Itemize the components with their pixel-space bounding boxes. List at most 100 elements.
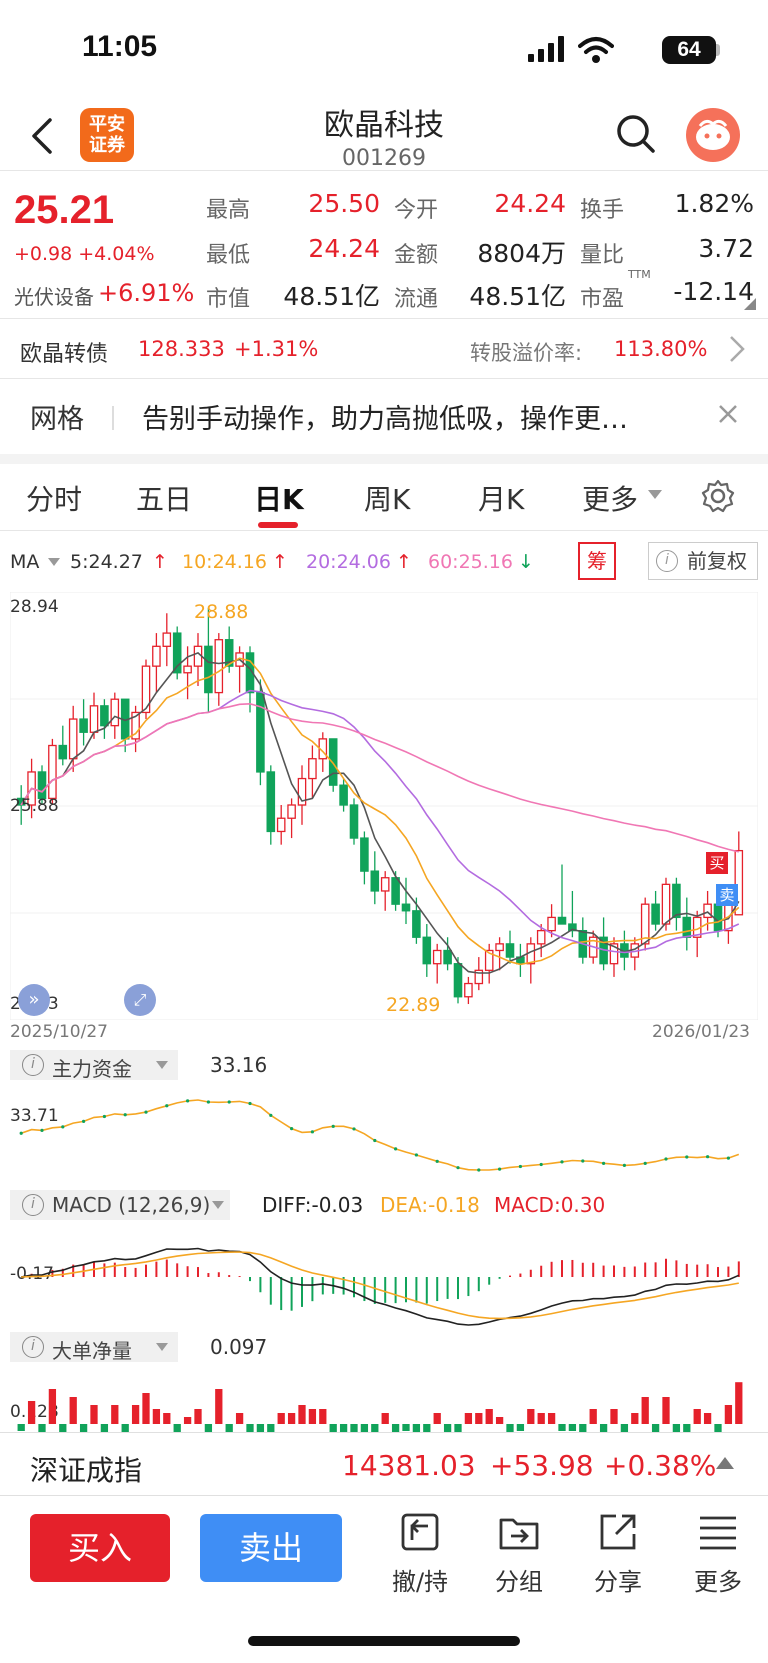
macd-value: MACD:0.30 <box>494 1193 606 1217</box>
up-arrow-icon: ↑ <box>396 551 412 573</box>
capital-line <box>20 1099 740 1171</box>
capital-dot <box>165 1104 169 1108</box>
sell-button[interactable]: 卖出 <box>200 1514 342 1582</box>
bigorder-bar <box>152 1409 161 1424</box>
macd-title[interactable]: MACD (12,26,9) <box>52 1193 210 1217</box>
bigorder-bar <box>402 1424 410 1431</box>
tab-monthly-k[interactable]: 月K <box>478 478 524 518</box>
capital-title[interactable]: 主力资金 <box>52 1053 132 1082</box>
share-icon[interactable] <box>596 1510 640 1554</box>
ma5-value: 5:24.27 <box>70 551 143 573</box>
capital-dot <box>622 1163 627 1167</box>
candle-body <box>79 718 88 733</box>
candle-body <box>672 883 681 919</box>
bigorder-title[interactable]: 大单净量 <box>52 1335 132 1364</box>
bigorder-bar <box>163 1413 171 1424</box>
menu-icon[interactable] <box>696 1510 740 1554</box>
quote-label: 流通 <box>394 287 439 312</box>
sector-change[interactable]: +6.91% <box>98 279 194 307</box>
kline-chart[interactable] <box>10 592 758 1020</box>
bigorder-bar <box>111 1405 119 1424</box>
notice-text[interactable]: 告别手动操作，助力高抛低吸，操作更… <box>142 397 682 436</box>
index-value: 14381.03 <box>342 1449 476 1482</box>
capital-dot <box>643 1161 647 1165</box>
assistant-avatar-icon[interactable] <box>686 108 740 162</box>
candle-body <box>89 705 99 733</box>
bigorder-bar <box>371 1424 379 1432</box>
bigorder-bar <box>267 1424 275 1432</box>
capital-dot <box>310 1130 314 1134</box>
ma-dropdown-icon[interactable] <box>48 558 60 567</box>
tab-weekly-k[interactable]: 周K <box>364 478 410 518</box>
tab-five-day[interactable]: 五日 <box>136 478 192 518</box>
stock-name: 欧晶科技 <box>324 108 444 143</box>
bigorder-bar <box>100 1424 109 1432</box>
bigorder-bar <box>360 1424 369 1432</box>
date-end: 2026/01/23 <box>652 1022 750 1042</box>
bigorder-bar <box>672 1424 681 1432</box>
dropdown-caret-icon[interactable] <box>212 1201 224 1210</box>
bigorder-value: 0.097 <box>210 1335 268 1359</box>
bigorder-bar <box>277 1413 285 1424</box>
dropdown-caret-icon[interactable] <box>156 1343 168 1352</box>
buy-button[interactable]: 买入 <box>30 1514 170 1582</box>
capital-dot <box>290 1127 294 1131</box>
notice-tag[interactable]: 网格 <box>30 397 84 436</box>
bigorder-chart <box>17 1382 743 1432</box>
diff-line <box>21 1247 740 1326</box>
ma-label[interactable]: MA <box>10 551 39 573</box>
bigorder-bar <box>423 1424 431 1432</box>
candle-body <box>536 929 546 945</box>
broker-logo: 平安 证券 <box>80 108 134 162</box>
chevron-right-icon[interactable] <box>728 334 746 364</box>
cancel-hold-label[interactable]: 撤/持 <box>375 1562 465 1597</box>
group-label[interactable]: 分组 <box>474 1562 564 1597</box>
fullscreen-button[interactable]: ⤢ <box>124 984 156 1016</box>
candle-body <box>370 870 380 892</box>
ma20-value: 20:24.06 <box>306 551 391 573</box>
cancel-hold-icon[interactable] <box>398 1510 442 1554</box>
gear-icon[interactable] <box>700 478 736 514</box>
search-icon[interactable] <box>614 112 658 156</box>
tab-intraday[interactable]: 分时 <box>26 478 82 518</box>
candle-body <box>380 877 390 892</box>
expand-left-button[interactable]: » <box>18 984 50 1016</box>
quote-label: 最低 <box>206 243 251 268</box>
expand-up-icon[interactable] <box>716 1457 734 1469</box>
share-label[interactable]: 分享 <box>573 1562 663 1597</box>
info-icon[interactable]: i <box>22 1054 44 1076</box>
candle-body <box>453 963 463 998</box>
tab-more[interactable]: 更多 <box>582 478 638 518</box>
candle-body <box>308 758 317 780</box>
back-icon[interactable] <box>24 112 60 160</box>
tab-daily-k[interactable]: 日K <box>254 478 304 518</box>
sector-name[interactable]: 光伏设备 <box>14 281 94 310</box>
index-name[interactable]: 深证成指 <box>30 1449 142 1489</box>
quote-value: -12.14 <box>673 277 754 306</box>
close-icon[interactable] <box>716 402 740 426</box>
chip-distribution-button[interactable]: 筹 <box>578 542 616 580</box>
bigorder-bar <box>225 1424 233 1432</box>
price-change: +0.98 +4.04% <box>14 243 155 265</box>
more-label[interactable]: 更多 <box>673 1562 763 1597</box>
capital-dot <box>664 1157 668 1161</box>
quote-value: 8804万 <box>477 239 566 268</box>
capital-dot <box>414 1153 418 1157</box>
expand-corner-icon[interactable] <box>744 298 756 310</box>
quote-value: 24.24 <box>308 234 380 263</box>
candle-body <box>214 639 224 694</box>
sell-signal-tag: 卖 <box>716 884 738 906</box>
bigorder-bar <box>329 1424 337 1432</box>
candle-body <box>37 771 47 800</box>
group-icon[interactable] <box>497 1510 541 1554</box>
info-icon[interactable]: i <box>22 1336 44 1358</box>
candle-body <box>328 738 338 786</box>
battery-tip <box>716 44 720 56</box>
info-icon[interactable]: i <box>22 1194 44 1216</box>
bond-name[interactable]: 欧晶转债 <box>20 336 108 368</box>
bigorder-bar <box>339 1424 348 1432</box>
dropdown-caret-icon[interactable] <box>156 1061 168 1070</box>
bigorder-bar <box>287 1413 296 1424</box>
bigorder-bar <box>735 1382 743 1424</box>
bigorder-bar <box>662 1397 670 1424</box>
